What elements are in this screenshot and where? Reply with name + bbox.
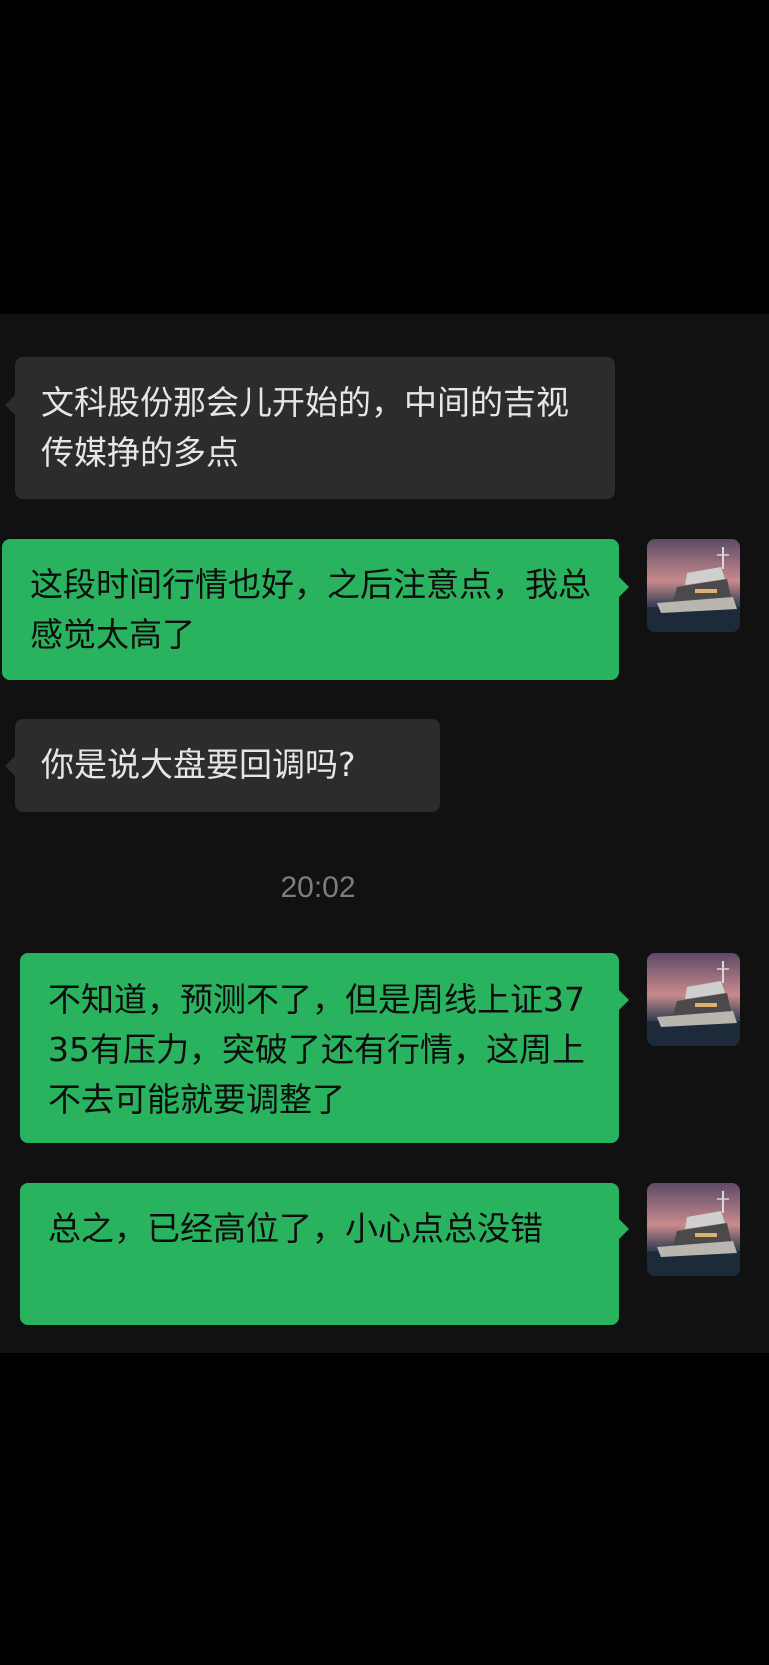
message-timestamp: 20:02 — [280, 871, 356, 904]
message-bubble-incoming[interactable]: 你是说大盘要回调吗? — [15, 719, 440, 812]
yacht-avatar-icon[interactable] — [647, 539, 740, 632]
bubble-tail — [5, 756, 15, 776]
yacht-avatar-icon[interactable] — [647, 953, 740, 1046]
message-bubble-outgoing[interactable]: 总之，已经高位了，小心点总没错 — [20, 1183, 619, 1325]
bubble-tail — [619, 577, 629, 597]
yacht-avatar-icon[interactable] — [647, 1183, 740, 1276]
bubble-tail — [619, 990, 629, 1010]
bubble-tail — [5, 395, 15, 415]
status-area — [0, 0, 769, 314]
bottom-area — [0, 1353, 769, 1665]
message-bubble-incoming[interactable]: 文科股份那会儿开始的，中间的吉视传媒挣的多点 — [15, 357, 615, 499]
message-bubble-outgoing[interactable]: 不知道，预测不了，但是周线上证3735有压力，突破了还有行情，这周上不去可能就要… — [20, 953, 619, 1143]
bubble-tail — [619, 1219, 629, 1239]
message-bubble-outgoing[interactable]: 这段时间行情也好，之后注意点，我总感觉太高了 — [2, 539, 619, 680]
